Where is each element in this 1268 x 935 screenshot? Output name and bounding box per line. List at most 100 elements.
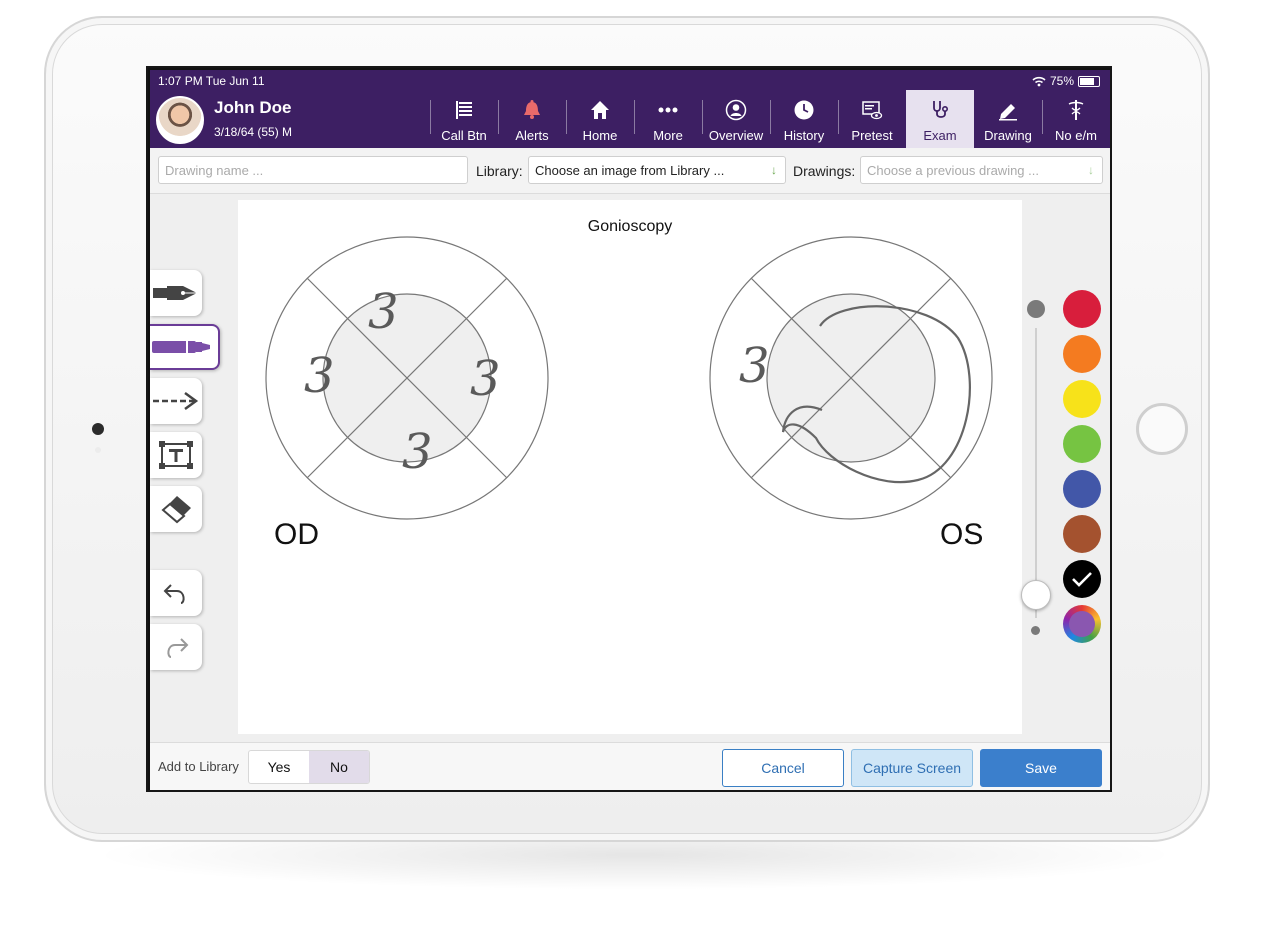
text-tool-icon: [159, 441, 193, 469]
color-swatch-blue[interactable]: [1063, 470, 1101, 508]
down-arrow-icon: ↓: [1088, 163, 1094, 177]
nav-label: History: [783, 128, 825, 143]
stage: 1:07 PM Tue Jun 11 75% John Doe 3/18/64 …: [0, 0, 1268, 935]
person-icon: [725, 99, 747, 121]
cancel-button[interactable]: Cancel: [722, 749, 844, 787]
capture-screen-button[interactable]: Capture Screen: [851, 749, 973, 787]
redo-button[interactable]: [150, 624, 202, 670]
battery-icon: [1078, 75, 1100, 87]
check-icon: [1072, 572, 1092, 587]
stroke-size-thumb[interactable]: [1021, 580, 1051, 610]
status-right: 75%: [1032, 74, 1100, 88]
stroke-size-slider[interactable]: [1035, 328, 1037, 618]
nav-no-em[interactable]: No e/m: [1042, 90, 1110, 148]
add-to-library-yes[interactable]: Yes: [249, 751, 309, 783]
color-picker-custom[interactable]: [1063, 605, 1101, 643]
nav-label: Call Btn: [441, 128, 487, 143]
drawings-label: Drawings:: [793, 163, 856, 179]
stethoscope-icon: [933, 101, 949, 118]
marker-tool-icon: [152, 341, 210, 353]
nav-history[interactable]: History: [770, 90, 838, 148]
text-tool[interactable]: [150, 432, 202, 478]
redo-icon: [167, 638, 189, 658]
arrow-tool[interactable]: [150, 378, 202, 424]
od-mark-bottom: 3: [402, 424, 433, 480]
nav-alerts[interactable]: Alerts: [498, 90, 566, 148]
color-swatch-brown[interactable]: [1063, 515, 1101, 553]
library-label: Library:: [476, 163, 523, 179]
home-icon: [591, 101, 609, 119]
pen-tool-icon: [153, 286, 197, 300]
os-mark-left: 3: [739, 338, 770, 394]
top-nav: Call Btn Alerts Home More Overview Histo…: [430, 90, 1110, 148]
marker-tool[interactable]: [150, 324, 220, 370]
wifi-icon: [1032, 76, 1046, 86]
drawing-workspace: Gonioscopy 3 3 3 3 3 OD OS: [150, 194, 1110, 742]
color-swatch-yellow[interactable]: [1063, 380, 1101, 418]
save-button[interactable]: Save: [980, 749, 1102, 787]
nav-call-btn[interactable]: Call Btn: [430, 90, 498, 148]
color-swatch-orange[interactable]: [1063, 335, 1101, 373]
add-to-library-label: Add to Library: [158, 759, 239, 774]
undo-button[interactable]: [150, 570, 202, 616]
nav-more[interactable]: More: [634, 90, 702, 148]
undo-icon: [163, 584, 185, 604]
od-label: OD: [274, 518, 319, 551]
bell-icon: [524, 100, 540, 119]
screen-eye-icon: [862, 101, 883, 120]
avatar[interactable]: [156, 96, 204, 144]
drawing-toolbar: Drawing name ... Library: Choose an imag…: [150, 148, 1110, 194]
battery-percent: 75%: [1049, 74, 1074, 88]
nav-label: More: [653, 128, 683, 143]
nav-overview[interactable]: Overview: [702, 90, 770, 148]
drawings-select[interactable]: Choose a previous drawing ... ↓: [860, 156, 1103, 184]
custom-color-preview: [1069, 611, 1095, 637]
drawing-footer: Add to Library Yes No Cancel Capture Scr…: [150, 742, 1110, 790]
status-time-date: 1:07 PM Tue Jun 11: [158, 74, 265, 88]
library-select-value: Choose an image from Library ...: [535, 163, 725, 178]
stroke-size-large-icon: [1027, 300, 1045, 318]
color-swatch-black[interactable]: [1063, 560, 1101, 598]
caduceus-icon: [1068, 100, 1084, 120]
library-select[interactable]: Choose an image from Library ... ↓: [528, 156, 786, 184]
patient-name: John Doe: [214, 98, 292, 117]
sensor-dot: [95, 447, 101, 453]
drawings-select-value: Choose a previous drawing ...: [867, 163, 1039, 178]
od-mark-top: 3: [368, 284, 399, 340]
nav-label: Pretest: [851, 128, 893, 143]
od-mark-left: 3: [304, 348, 335, 404]
drawing-name-input[interactable]: Drawing name ...: [158, 156, 468, 184]
add-to-library-toggle: Yes No: [248, 750, 370, 784]
camera-icon: [92, 423, 104, 435]
down-arrow-icon: ↓: [771, 163, 777, 177]
app-header: 1:07 PM Tue Jun 11 75% John Doe 3/18/64 …: [150, 70, 1110, 148]
od-mark-right: 3: [470, 351, 501, 407]
eraser-tool[interactable]: [150, 486, 202, 532]
nav-pretest[interactable]: Pretest: [838, 90, 906, 148]
arrow-tool-icon: [153, 391, 199, 411]
app-screen: 1:07 PM Tue Jun 11 75% John Doe 3/18/64 …: [146, 66, 1112, 792]
nav-label: Home: [582, 128, 618, 143]
pen-tool[interactable]: [150, 270, 202, 316]
nav-drawing[interactable]: Drawing: [974, 90, 1042, 148]
color-swatch-red[interactable]: [1063, 290, 1101, 328]
clock-icon: [794, 100, 814, 120]
drawing-canvas[interactable]: Gonioscopy 3 3 3 3 3 OD OS: [238, 200, 1022, 734]
patient-dob: 3/18/64 (55) M: [214, 125, 293, 139]
home-hardware-button[interactable]: [1136, 403, 1188, 455]
nav-label: Overview: [708, 128, 764, 143]
eraser-tool-icon: [161, 496, 191, 524]
color-swatch-green[interactable]: [1063, 425, 1101, 463]
list-icon: [456, 101, 472, 119]
nav-label: Alerts: [515, 128, 549, 143]
add-to-library-no[interactable]: No: [309, 751, 369, 783]
gonioscopy-diagram: 3 3 3 3 3: [265, 236, 993, 520]
nav-label: Exam: [923, 128, 957, 143]
nav-home[interactable]: Home: [566, 90, 634, 148]
nav-exam[interactable]: Exam: [906, 90, 974, 148]
pencil-icon: [999, 104, 1017, 121]
stroke-size-small-icon: [1031, 626, 1040, 635]
more-icon: [658, 107, 678, 113]
nav-label: Drawing: [984, 128, 1032, 143]
os-label: OS: [940, 518, 984, 551]
